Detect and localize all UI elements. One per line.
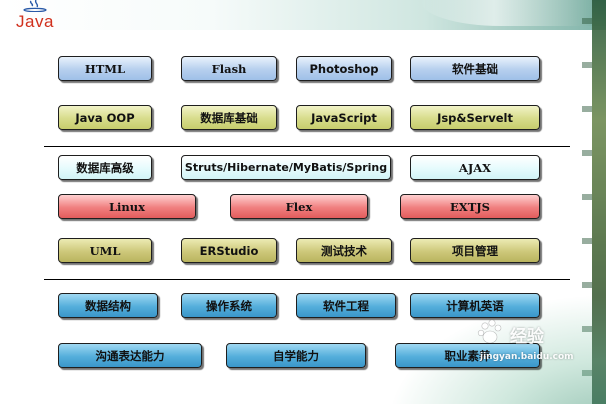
watermark-brand: 经验 (510, 327, 544, 347)
divider-top (44, 146, 570, 147)
watermark-url: jingyan.baidu.com (480, 352, 574, 362)
course-flex[interactable]: Flex (230, 194, 368, 219)
course-data-structures[interactable]: 数据结构 (58, 293, 158, 318)
header-band (0, 0, 606, 30)
course-javascript[interactable]: JavaScript (296, 105, 392, 130)
divider-bottom (44, 279, 570, 280)
java-logo: Java (14, 0, 58, 36)
logo-text: Java (16, 12, 54, 31)
header-swoosh (420, 0, 606, 26)
coffee-cup-icon (23, 0, 47, 12)
course-photoshop[interactable]: Photoshop (296, 56, 392, 81)
course-erstudio[interactable]: ERStudio (181, 238, 277, 263)
baidu-jingyan-watermark: 经验 jingyan.baidu.com (476, 318, 586, 378)
course-operating-systems[interactable]: 操作系统 (181, 293, 277, 318)
course-java-oop[interactable]: Java OOP (58, 105, 152, 130)
skill-communication[interactable]: 沟通表达能力 (58, 343, 202, 368)
course-project-management[interactable]: 项目管理 (410, 238, 540, 263)
course-database-basics[interactable]: 数据库基础 (181, 105, 277, 130)
course-uml[interactable]: UML (58, 238, 152, 263)
course-software-engineering[interactable]: 软件工程 (296, 293, 396, 318)
course-flash[interactable]: Flash (181, 56, 277, 81)
course-computer-english[interactable]: 计算机英语 (410, 293, 540, 318)
paw-icon (477, 319, 502, 344)
course-ajax[interactable]: AJAX (410, 155, 540, 180)
course-software-basics[interactable]: 软件基础 (410, 56, 540, 81)
course-testing[interactable]: 测试技术 (296, 238, 392, 263)
course-html[interactable]: HTML (58, 56, 152, 81)
course-frameworks[interactable]: Struts/Hibernate/MyBatis/Spring (181, 155, 391, 180)
skill-self-learning[interactable]: 自学能力 (226, 343, 366, 368)
course-extjs[interactable]: EXTJS (400, 194, 540, 219)
course-linux[interactable]: Linux (58, 194, 196, 219)
course-jsp-servlet[interactable]: Jsp&Servelt (410, 105, 540, 130)
course-database-advanced[interactable]: 数据库高级 (58, 155, 152, 180)
